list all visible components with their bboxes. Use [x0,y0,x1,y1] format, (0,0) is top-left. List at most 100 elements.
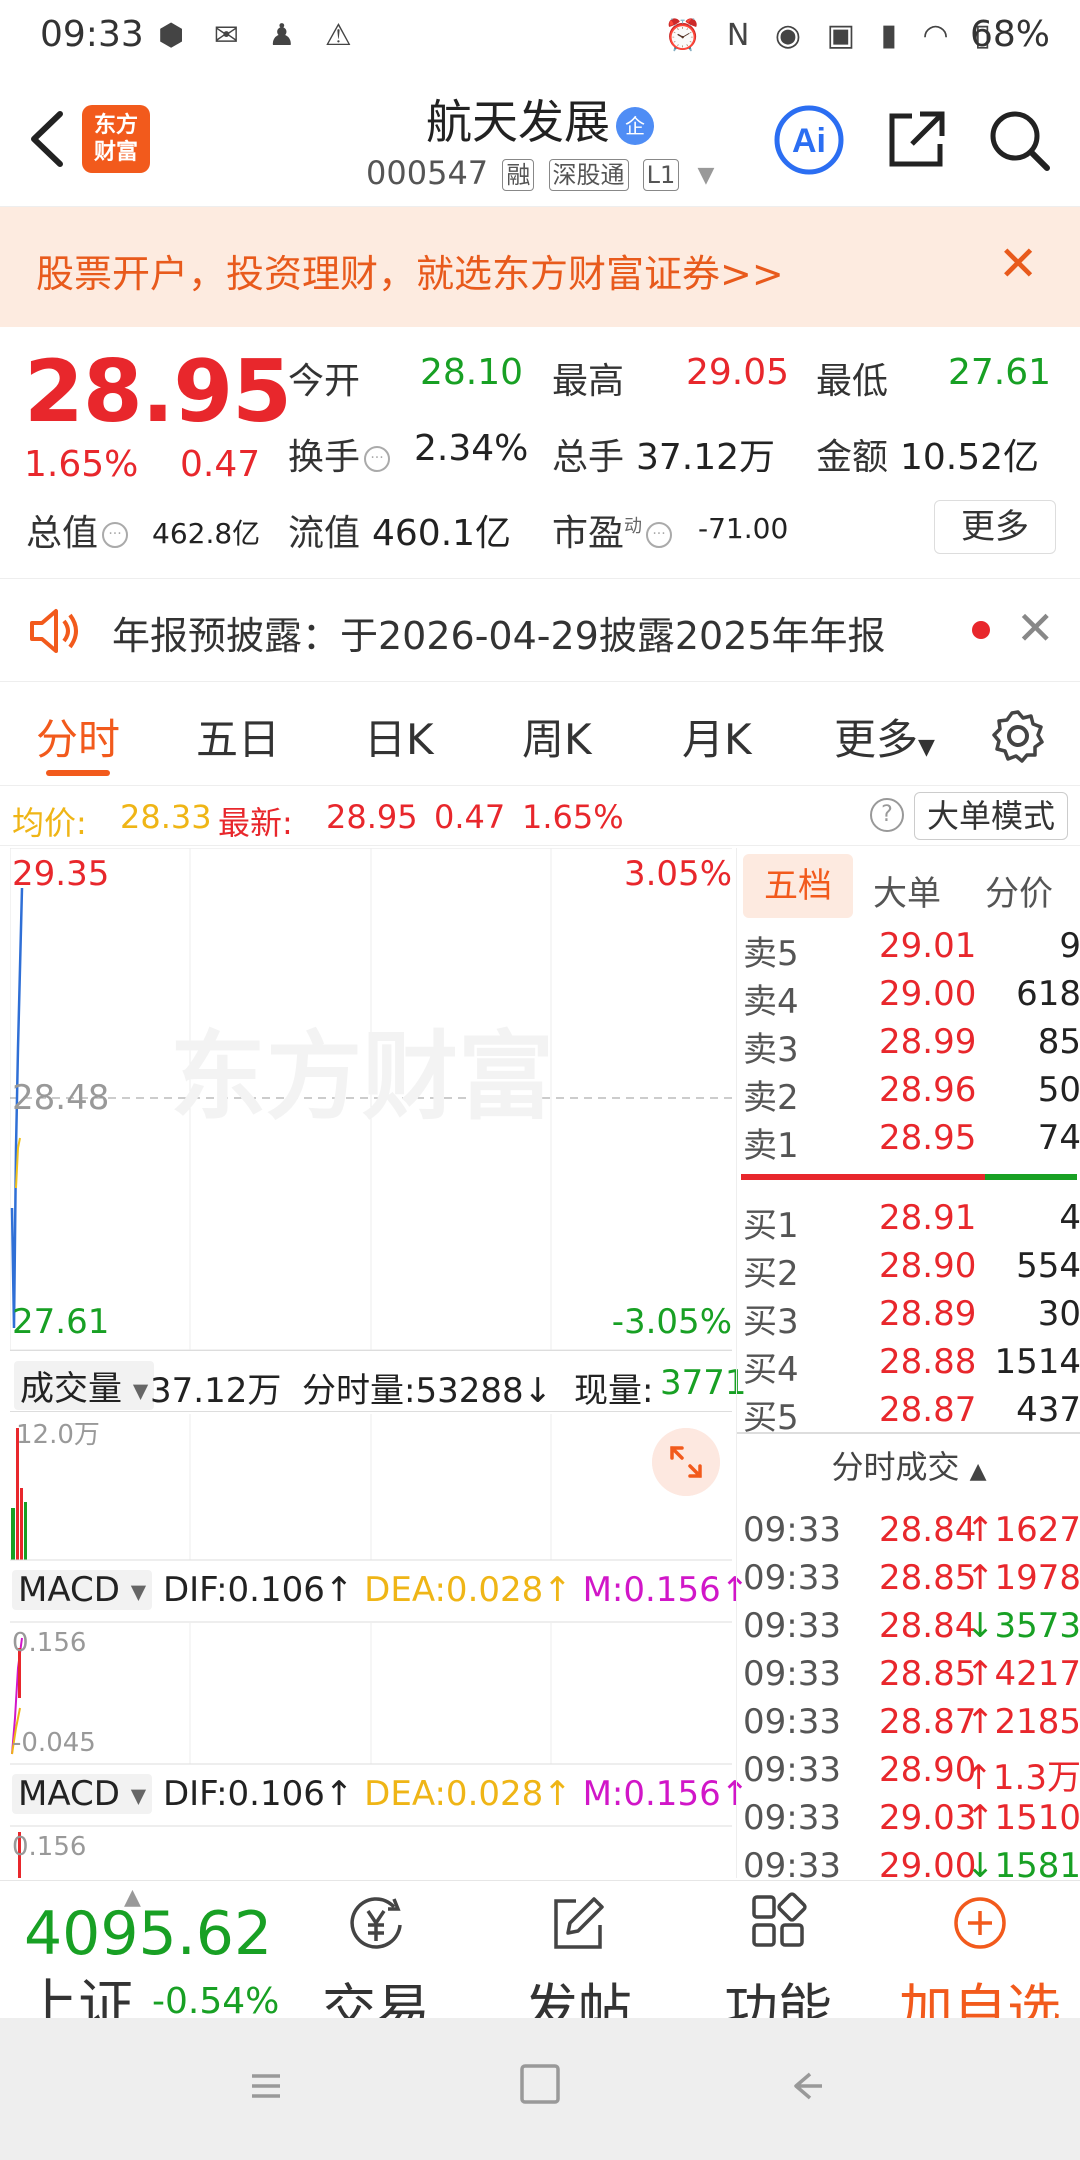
trade-row: 09:33 28.85 ↑4217 [737,1654,1080,1702]
macd-dropdown[interactable]: MACD ▼ [12,1570,153,1610]
latest-change: 0.47 [434,798,506,836]
speaker-icon [30,609,78,653]
gear-icon[interactable] [990,708,1046,764]
more-button[interactable]: 更多 [934,500,1056,554]
trade-time: 09:33 [743,1510,841,1550]
bid-row: 买1 28.91 4 [737,1198,1080,1246]
promo-text[interactable]: 股票开户，投资理财，就选东方财富证券>> [36,243,784,298]
price-axis-bottom: 27.61 [12,1302,110,1342]
ask-label: 卖2 [743,1078,799,1118]
tab-price-distribution[interactable]: 分价 [985,866,1053,915]
latest-label: 最新: [218,804,293,842]
volume-bar [20,1488,23,1560]
notice-text[interactable]: 年报预披露：于2026-04-29披露2025年年报 [112,605,886,660]
info-icon[interactable]: ··· [364,446,391,472]
bid-depth [985,1174,1077,1180]
stock-meta[interactable]: 000547 融 深股通 L1 ▼ [366,154,714,192]
tab-monthly-k[interactable]: 月K [682,706,752,767]
open-value: 28.10 [420,352,524,393]
grid-icon [752,1892,807,1947]
macd-axis-bottom: -0.045 [12,1728,96,1758]
share-icon[interactable] [882,106,950,174]
tab-big-orders[interactable]: 大单 [873,866,941,915]
pct-change: 1.65% [24,444,139,485]
macd-m: M:0.156↑ [582,1570,750,1610]
bid-label: 买3 [743,1302,799,1342]
tab-more[interactable]: 更多▼ [834,706,935,767]
pe-label: 市盈动 ··· [552,504,676,556]
info-icon[interactable]: ··· [646,522,673,548]
search-icon[interactable] [985,106,1053,174]
price-axis-top: 29.35 [12,854,110,894]
close-icon[interactable]: ✕ [998,239,1038,289]
ask-price: 28.95 [879,1118,977,1158]
ask-volume: 74 [1037,1118,1080,1158]
trade-time: 09:33 [743,1798,841,1838]
chevron-down-icon[interactable]: ▼ [697,163,714,188]
nav-label: 加自选 [899,1978,1061,2018]
back-nav-icon[interactable] [788,2066,828,2106]
nav-post[interactable]: 发帖 [508,1891,648,2018]
info-icon[interactable]: ··· [102,522,129,548]
index-ticker[interactable]: ▲ 4095.62 上证 -0.54% [0,1881,290,2018]
nav-functions[interactable]: 功能 [708,1891,848,2018]
macd-dropdown[interactable]: MACD ▼ [12,1774,153,1814]
help-icon[interactable]: ? [870,798,904,832]
trades-header[interactable]: 分时成交 ▲ [737,1442,1080,1488]
recent-apps-icon[interactable] [246,2066,286,2106]
system-status-icons: ⏰ Ν ◉ ▣ ▮ ◠ ▯ [664,18,999,53]
trade-volume: ↑1510 [965,1798,1080,1838]
promo-banner[interactable]: 股票开户，投资理财，就选东方财富证券>> ✕ [0,207,1080,327]
connect-tag: 深股通 [548,159,629,191]
expand-icon[interactable] [652,1428,720,1496]
tab-more-label: 更多 [834,715,919,764]
ask-price: 28.99 [879,1022,977,1062]
volume-dropdown[interactable]: 成交量 ▼ [14,1361,155,1410]
ai-assistant-icon[interactable]: Ai [773,104,845,176]
tab-five-day[interactable]: 五日 [196,706,280,767]
ask-label: 卖1 [743,1126,799,1166]
ask-label: 卖3 [743,1030,799,1070]
bid-price: 28.88 [879,1342,977,1382]
ask-price: 29.00 [879,974,977,1014]
trade-volume: ↓3573 [965,1606,1080,1646]
edit-icon [554,1897,604,1949]
header: 东方 财富 航天发展企 000547 融 深股通 L1 ▼ Ai [0,72,1080,207]
trade-time: 09:33 [743,1606,841,1646]
tab-weekly-k[interactable]: 周K [522,706,592,767]
battery-percentage: 68% [970,14,1051,55]
trade-volume: ↑2185 [965,1702,1080,1742]
avg-value: 28.33 [120,798,212,836]
big-order-mode-button[interactable]: 大单模式 [914,792,1068,840]
ask-volume: 50 [1037,1070,1080,1110]
ask-label: 卖4 [743,982,799,1022]
volume-now-value: 3771 [660,1363,747,1403]
turnover-label: 换手 ··· [288,428,394,480]
trade-time: 09:33 [743,1750,841,1790]
bid-row: 买4 28.88 1514 [737,1342,1080,1390]
bid-price: 28.91 [879,1198,977,1238]
home-icon[interactable] [518,2062,562,2106]
order-book-panel: 五档 大单 分价 卖5 29.01 9 卖4 29.00 618 卖3 28.9… [736,848,1080,1886]
trade-row: 09:33 28.85 ↑1978 [737,1558,1080,1606]
trade-volume: ↑1978 [965,1558,1080,1598]
turnover-label-text: 换手 [288,437,361,478]
macd-m: M:0.156↑ [582,1774,750,1814]
tab-intraday[interactable]: 分时 [36,706,120,767]
nav-add-watchlist[interactable]: 加自选 [880,1891,1080,2018]
depth-ratio-bar [741,1174,1077,1180]
volume-fenshi: 分时量:53288↓ [302,1371,553,1411]
ask-label: 卖5 [743,934,799,974]
chevron-down-icon: ▼ [130,1579,147,1604]
notice-bar[interactable]: 年报预披露：于2026-04-29披露2025年年报 ✕ [0,578,1080,682]
tab-daily-k[interactable]: 日K [364,706,434,767]
tab-five-levels[interactable]: 五档 [743,854,853,918]
volume-bar [24,1502,27,1560]
close-icon[interactable]: ✕ [1016,601,1055,655]
nav-trade[interactable]: 交易 [306,1891,446,2018]
plus-circle-icon [954,1897,1006,1949]
low-value: 27.61 [948,352,1052,393]
bid-price: 28.90 [879,1246,977,1286]
nav-label: 交易 [322,1978,430,2018]
bid-volume: 437 [1016,1390,1080,1430]
